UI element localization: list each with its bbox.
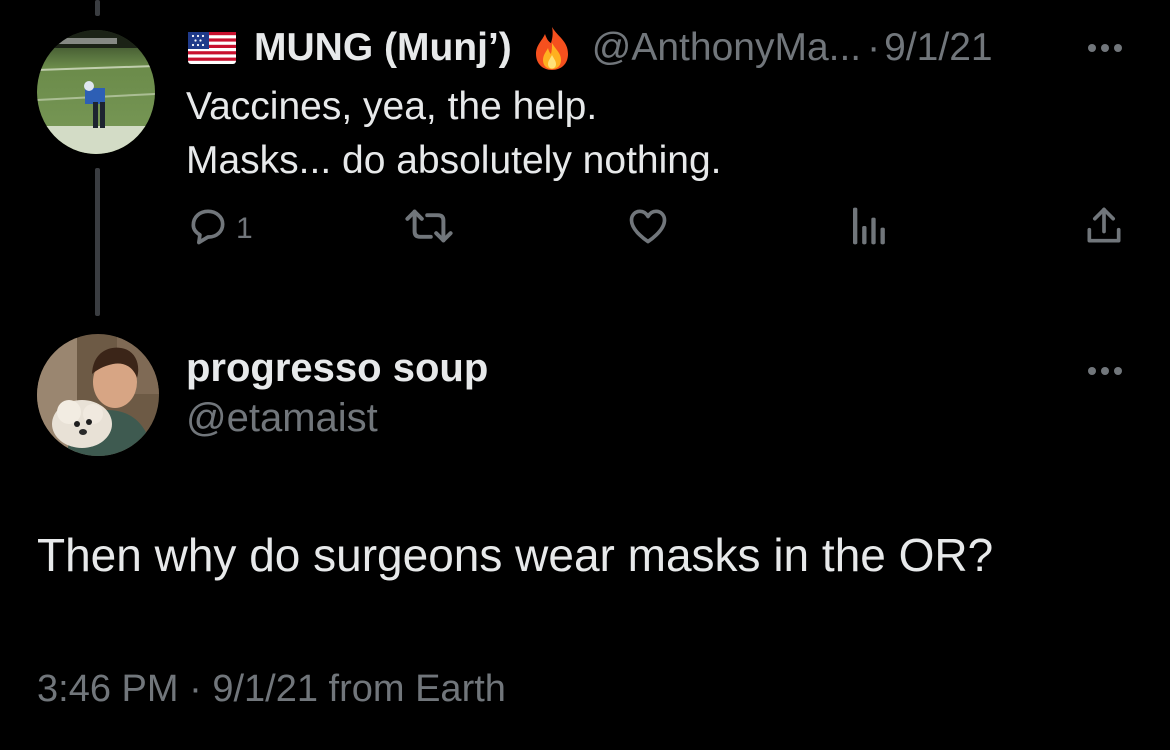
reply-count: 1 — [236, 211, 253, 245]
tweet-line: Masks... do absolutely nothing. — [186, 139, 722, 182]
analytics-icon — [848, 204, 888, 253]
retweet-icon — [402, 204, 456, 253]
separator-dot: · — [867, 26, 881, 69]
thread-line-top — [95, 0, 100, 16]
reply-source: from Earth — [328, 668, 506, 710]
reply-icon — [186, 204, 230, 253]
share-icon — [1080, 204, 1128, 253]
original-display-name[interactable]: MUNG (Munj’) — [254, 26, 512, 70]
avatar-reply[interactable] — [37, 334, 159, 456]
analytics-button[interactable] — [848, 204, 888, 253]
like-button[interactable] — [625, 204, 671, 253]
reply-display-name[interactable]: progresso soup — [186, 346, 488, 391]
tweet-line: Vaccines, yea, the help. — [186, 85, 598, 128]
original-handle[interactable]: @AnthonyMa... — [592, 26, 861, 70]
flag-us-icon — [188, 32, 236, 64]
reply-handle[interactable]: @etamaist — [186, 396, 378, 441]
reply-date[interactable]: 9/1/21 — [212, 668, 318, 710]
like-icon — [625, 204, 671, 253]
avatar-original[interactable] — [37, 30, 155, 154]
original-tweet-header: MUNG (Munj’) @AnthonyMa... · 9/1/21 — [188, 22, 993, 74]
retweet-button[interactable] — [402, 204, 456, 253]
thread-line — [95, 168, 100, 316]
reply-button[interactable]: 1 — [186, 204, 253, 253]
separator-dot: · — [189, 668, 202, 710]
more-icon[interactable] — [1088, 44, 1122, 52]
reply-tweet-text: Then why do surgeons wear masks in the O… — [37, 529, 994, 581]
original-date[interactable]: 9/1/21 — [884, 26, 992, 70]
more-icon[interactable] — [1088, 367, 1122, 375]
fire-icon — [532, 25, 572, 71]
tweet-meta: 3:46 PM · 9/1/21 from Earth — [37, 668, 506, 711]
reply-time[interactable]: 3:46 PM — [37, 668, 179, 710]
share-button[interactable] — [1080, 204, 1128, 253]
original-tweet-text: Vaccines, yea, the help. Masks... do abs… — [186, 80, 721, 188]
